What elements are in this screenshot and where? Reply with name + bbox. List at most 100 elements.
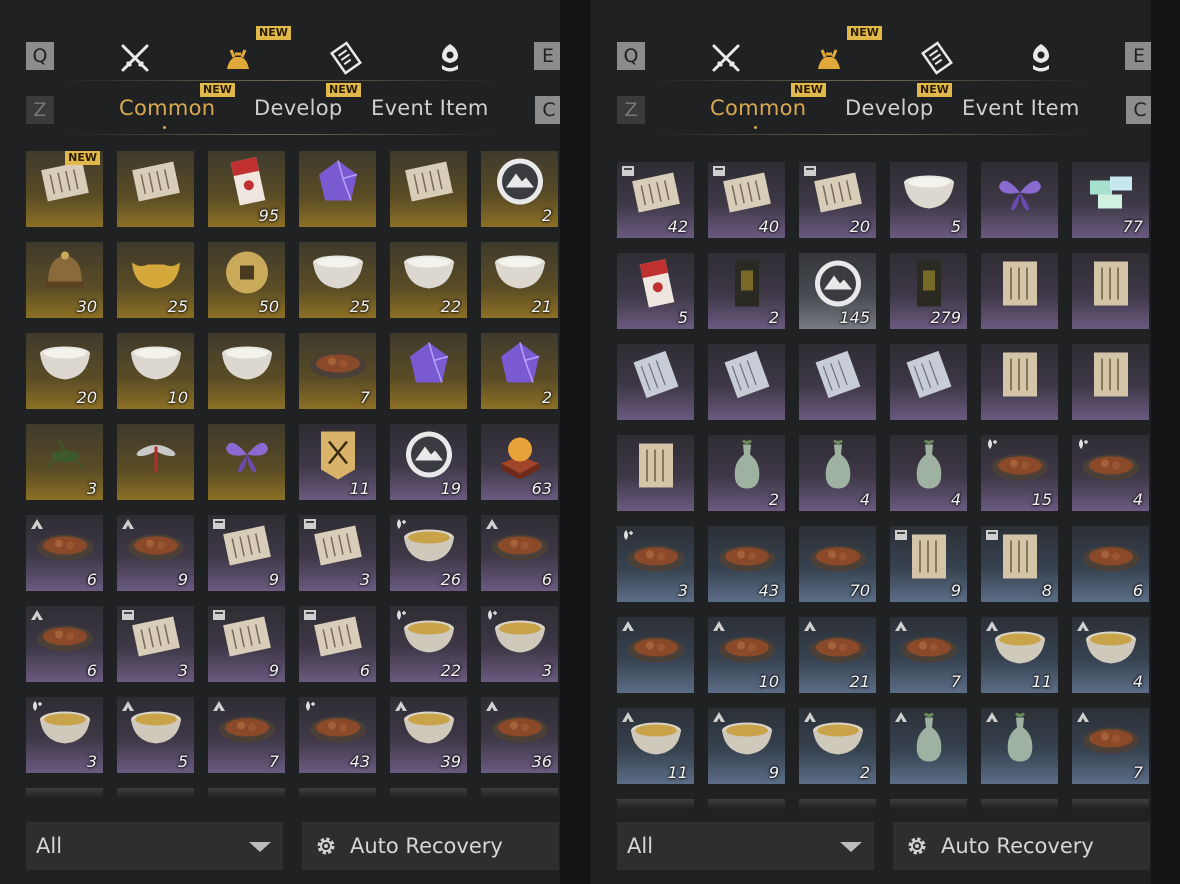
tab-develop[interactable]: Develop xyxy=(845,96,934,120)
tab-event-item[interactable]: Event Item xyxy=(962,96,1080,120)
inventory-slot[interactable]: 4 xyxy=(890,435,967,511)
inventory-slot[interactable]: 3 xyxy=(299,515,376,591)
inventory-slot[interactable]: 8 xyxy=(981,526,1058,602)
inventory-slot[interactable]: 4 xyxy=(1072,617,1149,693)
inventory-slot[interactable] xyxy=(708,344,785,420)
inventory-slot[interactable] xyxy=(981,344,1058,420)
inventory-slot[interactable]: 3 xyxy=(117,606,194,682)
inventory-slot[interactable]: 50 xyxy=(208,242,285,318)
inventory-slot[interactable] xyxy=(117,151,194,227)
filter-dropdown[interactable]: All xyxy=(617,822,874,870)
scroll-category-icon[interactable] xyxy=(915,36,959,80)
inventory-slot[interactable] xyxy=(890,344,967,420)
tab-event-item[interactable]: Event Item xyxy=(371,96,489,120)
inventory-slot[interactable]: 10 xyxy=(708,617,785,693)
inventory-slot[interactable] xyxy=(299,151,376,227)
inventory-slot[interactable]: 7 xyxy=(890,617,967,693)
filter-dropdown[interactable]: All xyxy=(26,822,283,870)
inventory-slot[interactable]: 10 xyxy=(117,333,194,409)
inventory-slot[interactable]: 3 xyxy=(481,606,558,682)
inventory-slot[interactable]: 6 xyxy=(299,606,376,682)
inventory-slot[interactable]: 20 xyxy=(26,333,103,409)
inventory-slot[interactable] xyxy=(390,333,467,409)
inventory-slot[interactable] xyxy=(1072,253,1149,329)
inventory-slot[interactable]: 2 xyxy=(708,253,785,329)
inventory-slot[interactable]: 21 xyxy=(481,242,558,318)
inventory-slot[interactable] xyxy=(890,708,967,784)
weapons-category-icon[interactable] xyxy=(704,36,748,80)
tab-develop[interactable]: Develop xyxy=(254,96,343,120)
inventory-slot[interactable] xyxy=(208,333,285,409)
bag-category-icon[interactable] xyxy=(216,36,260,80)
auto-recovery-button[interactable]: Auto Recovery xyxy=(893,822,1150,870)
inventory-slot[interactable]: 6 xyxy=(26,606,103,682)
inventory-slot[interactable]: 9 xyxy=(208,515,285,591)
bundle-category-icon[interactable] xyxy=(428,36,472,80)
inventory-slot[interactable]: 9 xyxy=(208,606,285,682)
inventory-slot[interactable]: NEW xyxy=(26,151,103,227)
inventory-slot[interactable]: 3 xyxy=(26,697,103,773)
inventory-slot[interactable]: 21 xyxy=(799,617,876,693)
inventory-slot[interactable]: 145 xyxy=(799,253,876,329)
inventory-slot[interactable]: 2 xyxy=(708,435,785,511)
inventory-slot[interactable]: 9 xyxy=(890,526,967,602)
inventory-slot[interactable]: 5 xyxy=(117,697,194,773)
inventory-slot[interactable] xyxy=(208,424,285,500)
inventory-slot[interactable]: 2 xyxy=(481,151,558,227)
inventory-slot[interactable]: 4 xyxy=(799,435,876,511)
inventory-slot[interactable]: 26 xyxy=(390,515,467,591)
auto-recovery-button[interactable]: Auto Recovery xyxy=(302,822,559,870)
inventory-slot[interactable]: 39 xyxy=(390,697,467,773)
inventory-slot[interactable]: 42 xyxy=(617,162,694,238)
inventory-slot[interactable]: 6 xyxy=(26,515,103,591)
inventory-slot[interactable] xyxy=(981,253,1058,329)
inventory-slot[interactable]: 11 xyxy=(299,424,376,500)
inventory-slot[interactable]: 6 xyxy=(481,515,558,591)
inventory-slot[interactable]: 5 xyxy=(890,162,967,238)
bundle-category-icon[interactable] xyxy=(1019,36,1063,80)
tab-common[interactable]: Common xyxy=(119,96,215,120)
inventory-slot[interactable]: 70 xyxy=(799,526,876,602)
inventory-slot[interactable]: 7 xyxy=(1072,708,1149,784)
inventory-slot[interactable]: 5 xyxy=(617,253,694,329)
inventory-slot[interactable]: 6 xyxy=(1072,526,1149,602)
inventory-slot[interactable]: 9 xyxy=(708,708,785,784)
inventory-slot[interactable] xyxy=(617,435,694,511)
inventory-slot[interactable]: 2 xyxy=(799,708,876,784)
inventory-slot[interactable]: 279 xyxy=(890,253,967,329)
bag-category-icon[interactable] xyxy=(807,36,851,80)
inventory-slot[interactable] xyxy=(981,708,1058,784)
inventory-slot[interactable]: 2 xyxy=(481,333,558,409)
inventory-slot[interactable]: 3 xyxy=(617,526,694,602)
inventory-slot[interactable]: 7 xyxy=(299,333,376,409)
inventory-slot[interactable] xyxy=(1072,344,1149,420)
inventory-slot[interactable] xyxy=(390,151,467,227)
inventory-slot[interactable]: 30 xyxy=(26,242,103,318)
inventory-slot[interactable]: 20 xyxy=(799,162,876,238)
inventory-slot[interactable]: 25 xyxy=(299,242,376,318)
inventory-slot[interactable]: 11 xyxy=(617,708,694,784)
inventory-slot[interactable] xyxy=(117,424,194,500)
inventory-slot[interactable]: 11 xyxy=(981,617,1058,693)
inventory-slot[interactable]: 22 xyxy=(390,242,467,318)
inventory-slot[interactable]: 63 xyxy=(481,424,558,500)
inventory-slot[interactable]: 40 xyxy=(708,162,785,238)
inventory-slot[interactable]: 4 xyxy=(1072,435,1149,511)
tab-common[interactable]: Common xyxy=(710,96,806,120)
inventory-slot[interactable]: 7 xyxy=(208,697,285,773)
inventory-slot[interactable]: 25 xyxy=(117,242,194,318)
inventory-slot[interactable]: 36 xyxy=(481,697,558,773)
inventory-slot[interactable] xyxy=(617,344,694,420)
scroll-category-icon[interactable] xyxy=(324,36,368,80)
weapons-category-icon[interactable] xyxy=(113,36,157,80)
inventory-slot[interactable]: 43 xyxy=(299,697,376,773)
inventory-slot[interactable]: 3 xyxy=(26,424,103,500)
inventory-slot[interactable]: 22 xyxy=(390,606,467,682)
inventory-slot[interactable]: 43 xyxy=(708,526,785,602)
inventory-slot[interactable]: 95 xyxy=(208,151,285,227)
inventory-slot[interactable]: 15 xyxy=(981,435,1058,511)
inventory-slot[interactable] xyxy=(799,344,876,420)
inventory-slot[interactable]: 19 xyxy=(390,424,467,500)
inventory-slot[interactable] xyxy=(617,617,694,693)
inventory-slot[interactable]: 9 xyxy=(117,515,194,591)
